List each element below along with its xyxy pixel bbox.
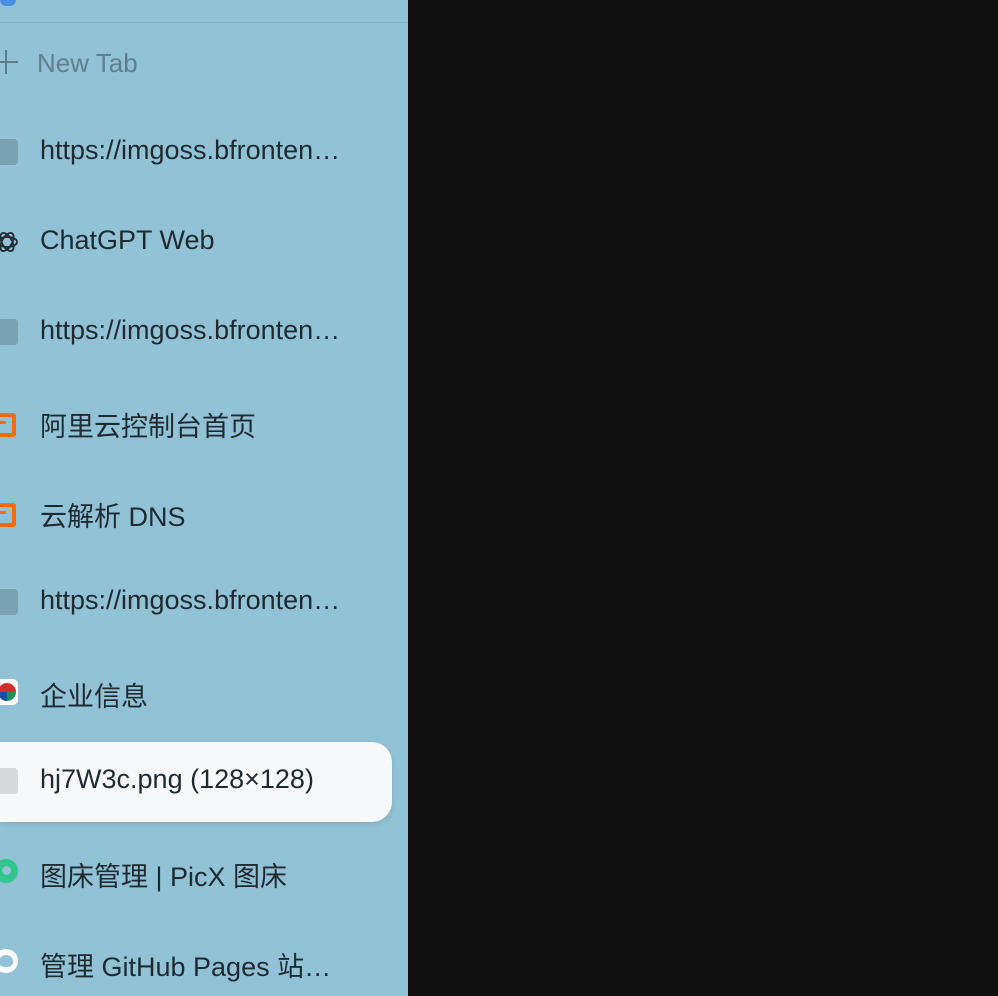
tab-label: https://imgoss.bfronten… (40, 585, 341, 615)
tab-item-aliyun-dns[interactable]: 云解析 DNS (0, 473, 408, 553)
picx-icon (0, 859, 18, 883)
plus-icon (0, 50, 18, 74)
tab-label: 阿里云控制台首页 (40, 412, 256, 442)
tab-item-github-pages[interactable]: 管理 GitHub Pages 站… (0, 923, 408, 996)
tab-label: 云解析 DNS (40, 502, 186, 532)
image-file-icon (0, 768, 18, 794)
qiye-logo-icon (0, 679, 18, 705)
tab-label: 图床管理 | PicX 图床 (40, 862, 288, 892)
tab-item-qiye[interactable]: 企业信息 (0, 653, 408, 733)
tab-item-picx[interactable]: 图床管理 | PicX 图床 (0, 833, 408, 913)
tab-item-imgoss-2[interactable]: https://imgoss.bfronten… (0, 293, 408, 373)
tab-label: 企业信息 (40, 682, 148, 712)
github-icon (0, 949, 18, 973)
tab-label: 管理 GitHub Pages 站… (40, 952, 332, 982)
generic-page-icon (0, 319, 18, 345)
aliyun-icon (0, 499, 18, 527)
vertical-tab-sidebar: New Tab https://imgoss.bfronten… ChatGPT… (0, 0, 408, 996)
tab-item-active-image[interactable]: hj7W3c.png (128×128) (0, 742, 392, 822)
tab-item-aliyun-console[interactable]: 阿里云控制台首页 (0, 383, 408, 463)
tab-item-imgoss-1[interactable]: https://imgoss.bfronten… (0, 113, 408, 193)
generic-page-icon (0, 139, 18, 165)
page-content-area (408, 0, 998, 996)
workspace-icon (0, 0, 16, 6)
tab-label: hj7W3c.png (128×128) (40, 764, 314, 794)
tab-label: ChatGPT Web (40, 225, 215, 255)
new-tab-label: New Tab (37, 48, 138, 78)
chatgpt-icon (0, 229, 20, 255)
aliyun-icon (0, 409, 18, 437)
tab-item-imgoss-3[interactable]: https://imgoss.bfronten… (0, 563, 408, 643)
tab-label: https://imgoss.bfronten… (40, 315, 341, 345)
generic-page-icon (0, 589, 18, 615)
tab-label: https://imgoss.bfronten… (40, 135, 341, 165)
new-tab-button[interactable]: New Tab (0, 40, 408, 86)
sidebar-header (0, 0, 408, 23)
tab-item-chatgpt[interactable]: ChatGPT Web (0, 203, 408, 283)
